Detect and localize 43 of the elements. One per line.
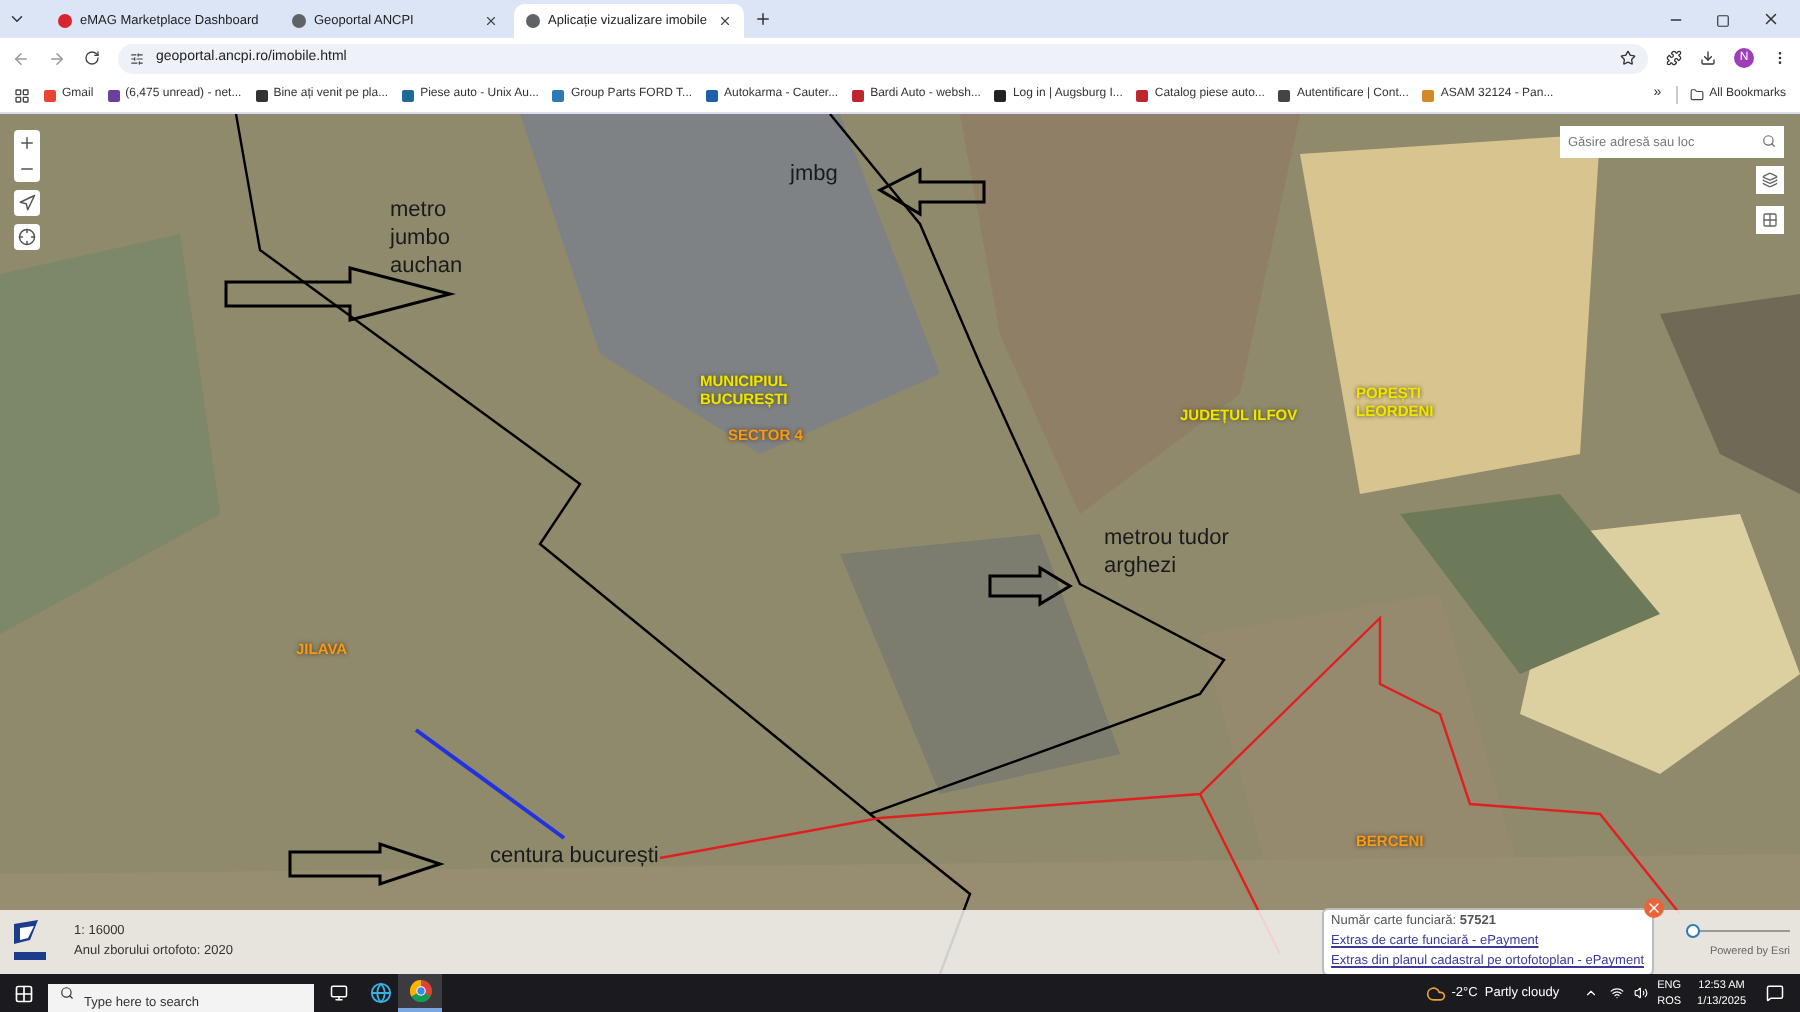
reload-icon[interactable]: [84, 50, 100, 66]
map-label: metrou tudor arghezi: [1104, 524, 1229, 580]
bookmark-star-icon[interactable]: [1620, 50, 1636, 66]
tab-search-icon[interactable]: [8, 10, 26, 28]
map-label: jmbg: [790, 160, 838, 188]
volume-icon[interactable]: [1633, 986, 1648, 1000]
notifications-icon[interactable]: [1766, 984, 1784, 1002]
slider-thumb[interactable]: [1686, 923, 1700, 938]
apps-icon[interactable]: [14, 87, 30, 103]
windows-start-icon[interactable]: [14, 983, 34, 1003]
arrow-icon: [988, 565, 1073, 607]
maximize-icon[interactable]: [1716, 14, 1730, 28]
search-icon: [60, 986, 74, 1000]
weather-icon: [1425, 983, 1446, 1003]
compass-icon[interactable]: [14, 190, 40, 216]
close-icon[interactable]: [718, 14, 732, 28]
arrow-icon: [876, 167, 986, 217]
network-icon[interactable]: [1609, 986, 1624, 1000]
favicon-icon: [58, 14, 72, 28]
site-info-icon[interactable]: [130, 51, 144, 65]
back-icon[interactable]: [12, 49, 30, 67]
close-icon[interactable]: [484, 14, 498, 28]
layers-icon[interactable]: [1756, 166, 1784, 194]
folder-icon: [1689, 88, 1704, 102]
chrome-taskbar-button[interactable]: [398, 974, 442, 1012]
opacity-slider[interactable]: [1686, 923, 1790, 938]
favicon-icon: [526, 14, 540, 28]
map-label: metro jumbo auchan: [390, 196, 463, 280]
extensions-icon[interactable]: [1666, 50, 1682, 66]
new-tab-icon[interactable]: [754, 10, 772, 28]
favicon-icon: [292, 14, 306, 28]
chrome-icon: [409, 980, 431, 1002]
task-view-icon[interactable]: [330, 984, 348, 1002]
map-label: centura bucurești: [490, 842, 659, 870]
download-icon[interactable]: [1700, 50, 1716, 66]
tray-expand-icon[interactable]: [1583, 986, 1598, 1000]
ancpi-logo-icon: [10, 920, 50, 964]
close-window-icon[interactable]: [1762, 10, 1780, 28]
locate-icon[interactable]: [14, 224, 40, 250]
forward-icon[interactable]: [48, 49, 66, 67]
search-icon[interactable]: [1762, 134, 1776, 148]
arrow-icon: [288, 841, 445, 887]
basemap-icon[interactable]: [1756, 206, 1784, 234]
